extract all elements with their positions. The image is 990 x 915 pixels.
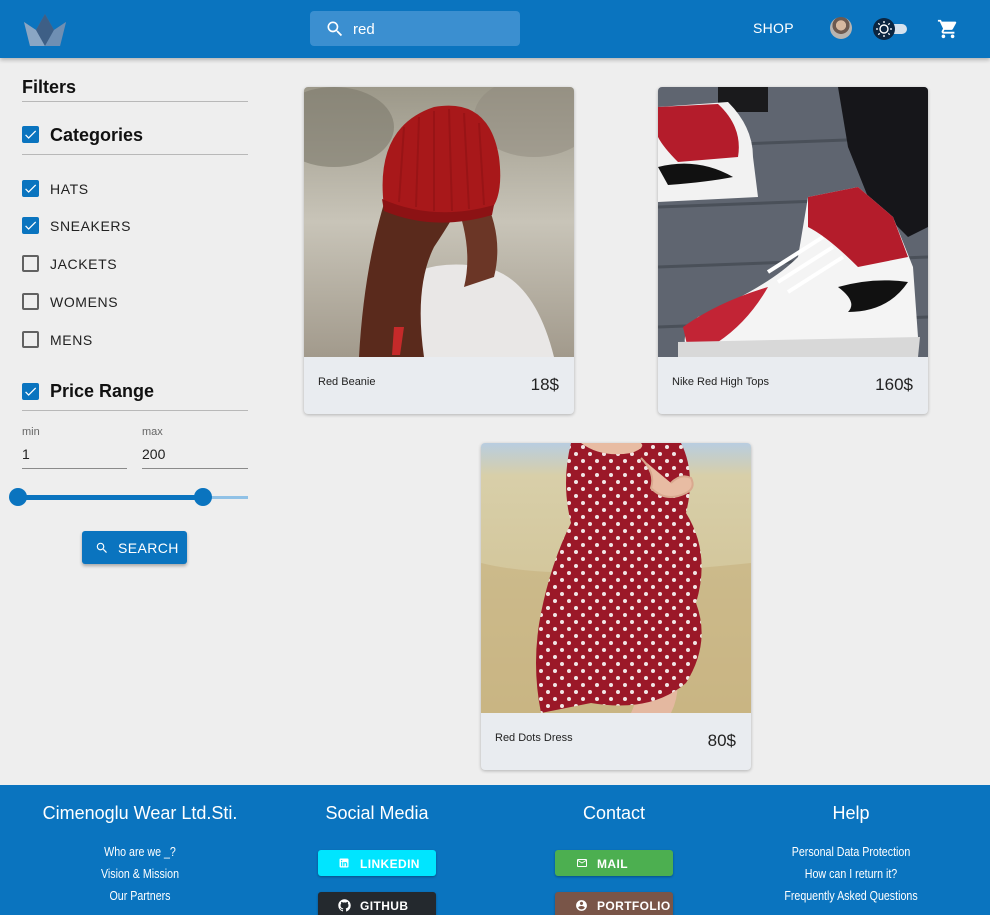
account-circle-icon: [576, 900, 587, 911]
categories-checkbox[interactable]: [22, 126, 39, 143]
price-slider-max-thumb[interactable]: [194, 488, 212, 506]
min-underline: [22, 468, 127, 469]
search-box[interactable]: [310, 11, 520, 46]
check-icon: [25, 387, 37, 396]
categories-title: Categories: [50, 125, 144, 145]
price-slider-min-thumb[interactable]: [9, 488, 27, 506]
search-icon: [96, 542, 107, 553]
price-range-title: Price Range: [50, 381, 155, 401]
search-button[interactable]: SEARCH: [82, 531, 187, 564]
portfolio-label: PORTFOLIO: [597, 899, 671, 913]
mail-icon: [577, 859, 587, 867]
product-name: Nike Red High Tops: [672, 376, 770, 388]
product-name: Red Beanie: [318, 376, 376, 388]
category-checkbox-mens[interactable]: [22, 331, 39, 348]
divider: [22, 410, 248, 411]
crown-logo-icon[interactable]: [22, 10, 68, 50]
product-card[interactable]: Red Beanie 18$: [304, 87, 574, 414]
category-checkbox-jackets[interactable]: [22, 255, 39, 272]
shopping-cart-icon[interactable]: [937, 18, 959, 40]
footer-contact-title: Contact: [582, 803, 646, 823]
price-range-checkbox[interactable]: [22, 383, 39, 400]
min-label: min: [22, 426, 40, 438]
price-slider-track: [13, 495, 203, 500]
divider: [22, 154, 248, 155]
product-image-red-dots-dress: [481, 443, 751, 713]
user-avatar[interactable]: [830, 17, 852, 39]
filters-title: Filters: [22, 77, 77, 97]
sun-icon: [876, 21, 892, 37]
github-button[interactable]: GITHUB: [318, 892, 436, 915]
product-name: Red Dots Dress: [495, 732, 573, 744]
search-icon: [327, 21, 343, 37]
footer-link-who-are-we[interactable]: Who are we _?: [42, 844, 239, 859]
linkedin-label: LINKEDIN: [360, 857, 420, 871]
max-input[interactable]: 200: [142, 446, 165, 462]
category-checkbox-hats[interactable]: [22, 180, 39, 197]
category-label-womens: WOMENS: [50, 294, 119, 310]
footer-link-return[interactable]: How can I return it?: [753, 866, 950, 881]
category-label-jackets: JACKETS: [50, 256, 118, 272]
category-checkbox-womens[interactable]: [22, 293, 39, 310]
check-icon: [25, 221, 37, 230]
footer-social-title: Social Media: [325, 803, 429, 823]
category-label-sneakers: SNEAKERS: [50, 218, 132, 234]
app-bar: SHOP: [0, 0, 990, 58]
max-underline: [142, 468, 248, 469]
footer-link-vision-mission[interactable]: Vision & Mission: [42, 866, 239, 881]
product-image-nike-red-high-tops: [658, 87, 928, 357]
theme-toggle[interactable]: [873, 18, 907, 40]
category-label-mens: MENS: [50, 332, 93, 348]
product-image-red-beanie: [304, 87, 574, 357]
mail-button[interactable]: MAIL: [555, 850, 673, 876]
footer-link-personal-data[interactable]: Personal Data Protection: [753, 844, 950, 859]
footer-link-our-partners[interactable]: Our Partners: [42, 888, 239, 903]
product-card[interactable]: Nike Red High Tops 160$: [658, 87, 928, 414]
search-button-label: SEARCH: [118, 540, 179, 556]
min-input[interactable]: 1: [22, 446, 30, 462]
footer-company-title: Cimenoglu Wear Ltd.Sti.: [42, 803, 238, 823]
mail-label: MAIL: [597, 857, 628, 871]
theme-toggle-thumb: [873, 18, 895, 40]
github-icon: [338, 899, 351, 912]
footer: Cimenoglu Wear Ltd.Sti. Who are we _? Vi…: [0, 785, 990, 915]
max-label: max: [142, 426, 163, 438]
check-icon: [25, 130, 37, 139]
github-label: GITHUB: [360, 899, 409, 913]
search-input[interactable]: [353, 17, 513, 41]
portfolio-button[interactable]: PORTFOLIO: [555, 892, 673, 915]
linkedin-button[interactable]: LINKEDIN: [318, 850, 436, 876]
category-label-hats: HATS: [50, 181, 89, 197]
product-card[interactable]: Red Dots Dress 80$: [481, 443, 751, 770]
product-price: 18$: [530, 375, 559, 394]
product-price: 160$: [875, 375, 913, 394]
divider: [22, 101, 248, 102]
footer-help-title: Help: [832, 803, 870, 823]
footer-link-faq[interactable]: Frequently Asked Questions: [753, 888, 950, 903]
shop-link[interactable]: SHOP: [753, 20, 794, 36]
check-icon: [25, 184, 37, 193]
product-price: 80$: [707, 731, 736, 750]
category-checkbox-sneakers[interactable]: [22, 217, 39, 234]
linkedin-icon: [339, 858, 349, 868]
